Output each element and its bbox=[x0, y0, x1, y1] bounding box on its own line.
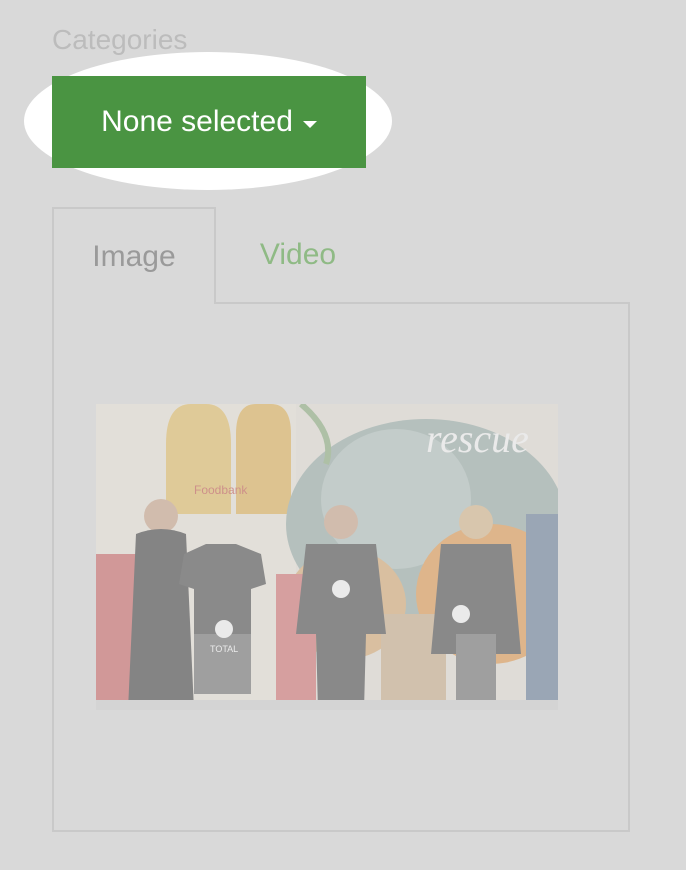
tab-video-label: Video bbox=[259, 238, 337, 271]
media-preview-image: rescue Foodbank TOTAL bbox=[96, 404, 558, 710]
dropdown-label: None selected bbox=[101, 105, 293, 138]
categories-label: Categories bbox=[52, 24, 188, 55]
foodbank-sign-text: Foodbank bbox=[194, 483, 248, 497]
categories-dropdown-button[interactable]: None selected bbox=[52, 76, 366, 168]
caret-down-icon bbox=[302, 120, 317, 128]
tab-video[interactable]: Video bbox=[226, 207, 370, 303]
tab-image-label: Image bbox=[92, 239, 176, 273]
mural-script-text: rescue bbox=[426, 416, 529, 461]
jersey-brand-text: TOTAL bbox=[210, 644, 238, 654]
tab-image[interactable]: Image bbox=[52, 207, 216, 304]
